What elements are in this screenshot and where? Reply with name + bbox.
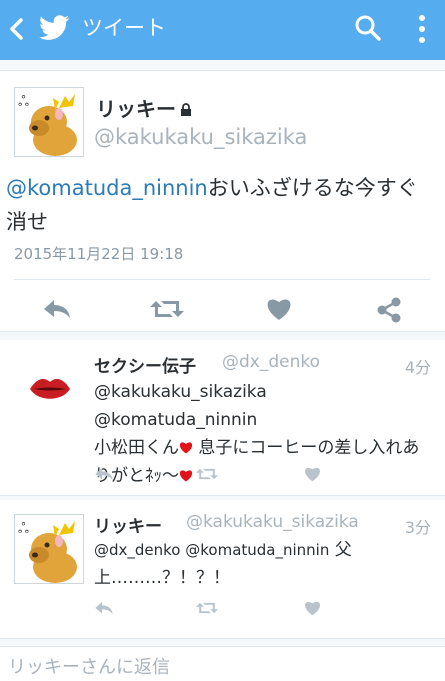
reply-text: @dx_denko @komatuda_ninnin 父上………？！？！ [94,536,354,592]
like-icon[interactable] [304,466,321,482]
red-heart-icon [179,470,193,482]
reply-body-part1: 小松田くん [94,438,179,458]
page-title: ツイート [82,16,166,40]
mention-link[interactable]: @komatuda_ninnin [6,176,208,200]
more-options-icon[interactable] [414,12,430,46]
app-bar: ツイート [0,0,445,60]
author-name: リッキー [96,93,192,122]
deer-avatar[interactable]: ஃ [14,87,84,157]
deer-avatar[interactable]: ஃ [14,514,84,584]
like-icon[interactable] [304,600,321,616]
lock-icon [181,103,191,116]
reply-item[interactable]: セクシー伝子 @dx_denko 4分 @kakukaku_sikazika @… [0,340,445,496]
tweet-text: @komatuda_ninninおいふざけるな今すぐ消せ [6,171,431,239]
reply-input-placeholder[interactable]: リッキーさんに返信 [8,653,170,679]
twitter-bird-icon [39,15,70,40]
reply-text: @kakukaku_sikazika @komatuda_ninnin 小松田く… [94,378,424,490]
retweet-icon[interactable] [196,600,218,616]
divider [14,279,430,280]
svg-text:ஃ: ஃ [18,521,29,537]
red-heart-icon [179,442,193,454]
reply-mentions[interactable]: @kakukaku_sikazika @komatuda_ninnin [94,382,267,430]
reply-time: 4分 [404,358,431,377]
reply-mentions[interactable]: @dx_denko @komatuda_ninnin [94,541,329,559]
tweet-timestamp: 2015年11月22日 19:18 [14,245,184,263]
reply-icon[interactable] [94,466,114,482]
search-icon[interactable] [354,14,382,42]
reply-item[interactable]: ஃ リッキー @kakukaku_sikazika 3分 @dx_denko @… [0,500,445,639]
reply-icon[interactable] [94,600,114,616]
reply-author-name: リッキー [94,517,162,537]
reply-icon[interactable] [42,297,72,321]
author-handle[interactable]: @kakukaku_sikazika [94,125,307,149]
share-icon[interactable] [376,297,402,323]
svg-text:ஃ: ஃ [18,94,29,110]
author-name-text: リッキー [96,97,176,121]
retweet-icon[interactable] [196,466,218,482]
retweet-icon[interactable] [150,297,184,321]
main-tweet: ஃ リッキー @kakukaku_sikazika @komatuda_ninn… [0,70,445,332]
red-lips-avatar[interactable] [28,374,72,404]
back-arrow-icon[interactable] [6,14,28,44]
reply-author-name: セクシー伝子 [94,357,196,377]
reply-author-handle[interactable]: @dx_denko [222,352,320,372]
like-icon[interactable] [266,297,292,321]
reply-time: 3分 [404,518,431,537]
reply-compose-bar[interactable]: リッキーさんに返信 [0,646,445,681]
reply-author-handle[interactable]: @kakukaku_sikazika [186,512,359,532]
